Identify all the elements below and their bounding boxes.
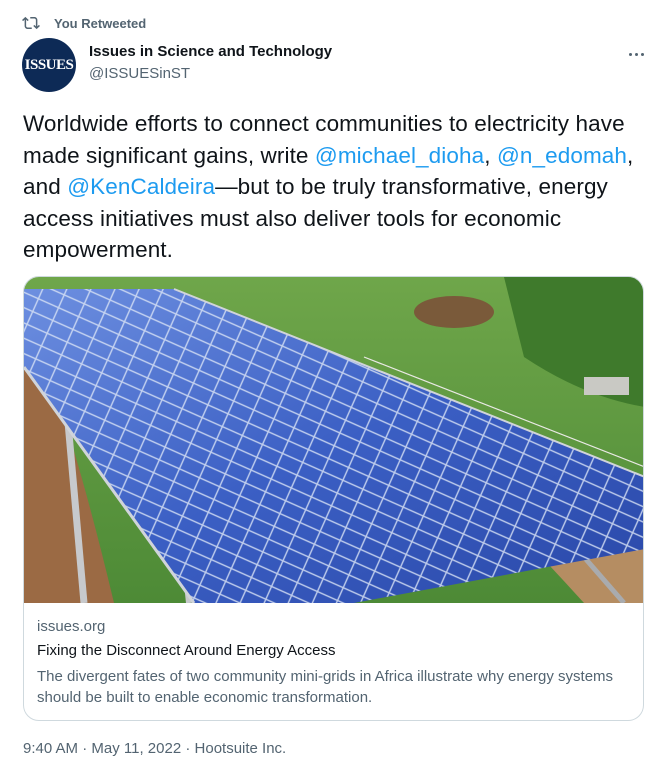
retweet-icon	[22, 16, 40, 30]
author-handle[interactable]: @ISSUESinST	[89, 65, 190, 82]
tweet-text-part: ,	[484, 142, 497, 168]
avatar-logo-text: ISSUES	[24, 56, 74, 73]
more-options-button[interactable]	[622, 40, 650, 64]
author-name[interactable]: Issues in Science and Technology	[89, 43, 332, 60]
card-title: Fixing the Disconnect Around Energy Acce…	[37, 642, 336, 659]
card-domain: issues.org	[37, 618, 106, 635]
tweet-date[interactable]: May 11, 2022	[91, 740, 181, 757]
avatar[interactable]: ISSUES	[22, 38, 76, 92]
retweeted-label: You Retweeted	[54, 15, 147, 31]
card-image[interactable]	[24, 277, 644, 603]
tweet-time[interactable]: 9:40 AM	[23, 740, 78, 757]
mention-link[interactable]: @michael_dioha	[315, 143, 484, 168]
tweet-source[interactable]: Hootsuite Inc.	[195, 740, 287, 757]
mention-link[interactable]: @KenCaldeira	[67, 174, 215, 199]
mention-link[interactable]: @n_edomah	[497, 143, 627, 168]
retweeted-indicator: You Retweeted	[22, 14, 146, 32]
tweet-metadata: 9:40 AM · May 11, 2022 · Hootsuite Inc.	[23, 740, 287, 757]
link-preview-card[interactable]: issues.org Fixing the Disconnect Around …	[23, 276, 644, 721]
more-icon	[627, 43, 645, 61]
tweet-text: Worldwide efforts to connect communities…	[23, 108, 648, 266]
card-description: The divergent fates of two community min…	[37, 668, 614, 706]
